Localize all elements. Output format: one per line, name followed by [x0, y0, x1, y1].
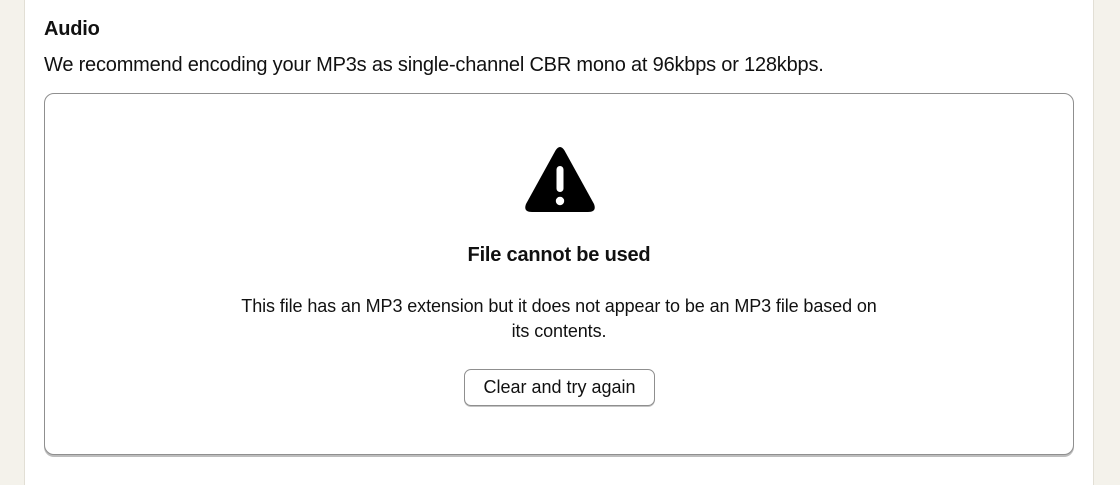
section-description: We recommend encoding your MP3s as singl… [44, 54, 824, 76]
clear-and-retry-button[interactable]: Clear and try again [464, 369, 655, 406]
warning-triangle-icon [525, 147, 595, 212]
error-title: File cannot be used [467, 244, 651, 266]
section-title: Audio [44, 18, 100, 40]
error-message: This file has an MP3 extension but it do… [241, 296, 877, 341]
audio-upload-dropzone[interactable]: File cannot be used This file has an MP3… [44, 93, 1074, 455]
audio-settings-panel: Audio We recommend encoding your MP3s as… [24, 0, 1094, 485]
